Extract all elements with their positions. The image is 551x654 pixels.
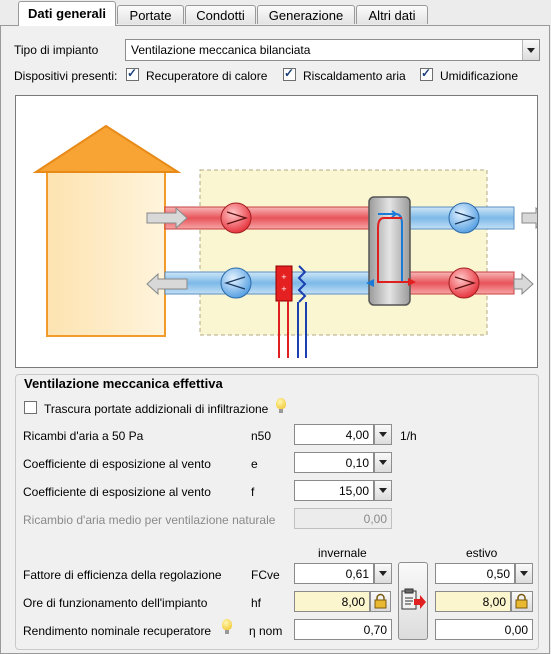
trascura-checkbox[interactable]	[24, 401, 37, 414]
rendimento-symbol: η nom	[249, 624, 283, 638]
e-input[interactable]: 0,10	[294, 452, 374, 473]
fattore-invernale-input[interactable]: 0,61	[294, 563, 374, 584]
check-icon: ✓	[284, 66, 295, 80]
naturale-label: Ricambio d'aria medio per ventilazione n…	[23, 513, 276, 527]
fattore-label: Fattore di efficienza della regolazione	[23, 568, 222, 582]
chevron-down-icon[interactable]	[515, 563, 533, 584]
ricambi-symbol: n50	[251, 429, 272, 443]
col-invernale: invernale	[318, 546, 367, 560]
esposizione-e-symbol: e	[251, 457, 258, 471]
tipo-impianto-label: Tipo di impianto	[14, 43, 99, 57]
naturale-input: 0,00	[294, 508, 392, 529]
rendimento-estivo-input[interactable]: 0,00	[435, 619, 533, 640]
ore-symbol: hf	[251, 596, 262, 610]
copy-to-summer-button[interactable]	[398, 562, 428, 640]
check-icon: ✓	[127, 66, 138, 80]
chevron-down-icon[interactable]	[374, 424, 392, 445]
check-icon: ✓	[421, 66, 432, 80]
f-input[interactable]: 15,00	[294, 480, 374, 501]
esposizione-f-label: Coefficiente di esposizione al vento	[23, 485, 211, 499]
tipo-impianto-value: Ventilazione meccanica bilanciata	[131, 43, 311, 57]
lock-icon[interactable]	[370, 591, 391, 612]
chevron-down-icon[interactable]	[374, 563, 392, 584]
umidificazione-checkbox[interactable]: ✓	[420, 66, 433, 81]
tab-portate[interactable]: Portate	[117, 5, 184, 24]
ore-invernale-input[interactable]: 8,00	[294, 591, 370, 612]
tab-altri-dati[interactable]: Altri dati	[356, 5, 428, 24]
ventilation-schematic-icon: + +	[32, 124, 537, 358]
umidificazione-label: Umidificazione	[440, 69, 519, 83]
tab-condotti[interactable]: Condotti	[185, 5, 256, 24]
tab-generazione[interactable]: Generazione	[257, 5, 355, 24]
rendimento-invernale-input[interactable]: 0,70	[294, 619, 392, 640]
tab-dati-generali[interactable]: Dati generali	[18, 1, 116, 26]
dispositivi-label: Dispositivi presenti:	[14, 69, 118, 83]
tipo-impianto-select[interactable]: Ventilazione meccanica bilanciata	[125, 39, 540, 61]
ore-estivo-input[interactable]: 8,00	[435, 591, 511, 612]
recuperatore-checkbox[interactable]: ✓	[126, 66, 139, 81]
ricambi-label: Ricambi d'aria a 50 Pa	[23, 429, 144, 443]
chevron-down-icon[interactable]	[522, 40, 539, 60]
section-title: Ventilazione meccanica effettiva	[24, 376, 223, 391]
rendimento-label: Rendimento nominale recuperatore	[23, 624, 212, 638]
fattore-symbol: FCve	[251, 568, 280, 582]
esposizione-e-label: Coefficiente di esposizione al vento	[23, 457, 211, 471]
chevron-down-icon[interactable]	[374, 480, 392, 501]
lightbulb-icon[interactable]	[222, 619, 232, 634]
col-estivo: estivo	[466, 546, 498, 560]
paste-icon	[401, 588, 426, 610]
fattore-estivo-input[interactable]: 0,50	[435, 563, 515, 584]
trascura-label: Trascura portate addizionali di infiltra…	[44, 402, 269, 416]
riscaldamento-checkbox[interactable]: ✓	[283, 66, 296, 81]
svg-text:+: +	[281, 273, 287, 281]
ventilation-diagram: + +	[15, 95, 538, 368]
recuperatore-label: Recuperatore di calore	[146, 69, 268, 83]
lightbulb-icon[interactable]	[276, 398, 286, 413]
tab-bar: Dati generali Portate Condotti Generazio…	[0, 0, 551, 26]
lock-icon[interactable]	[511, 591, 533, 612]
n50-unit: 1/h	[400, 429, 417, 443]
chevron-down-icon[interactable]	[374, 452, 392, 473]
svg-text:+: +	[281, 285, 287, 293]
ore-label: Ore di funzionamento dell'impianto	[23, 596, 208, 610]
n50-input[interactable]: 4,00	[294, 424, 374, 445]
riscaldamento-label: Riscaldamento aria	[303, 69, 406, 83]
esposizione-f-symbol: f	[251, 485, 255, 499]
